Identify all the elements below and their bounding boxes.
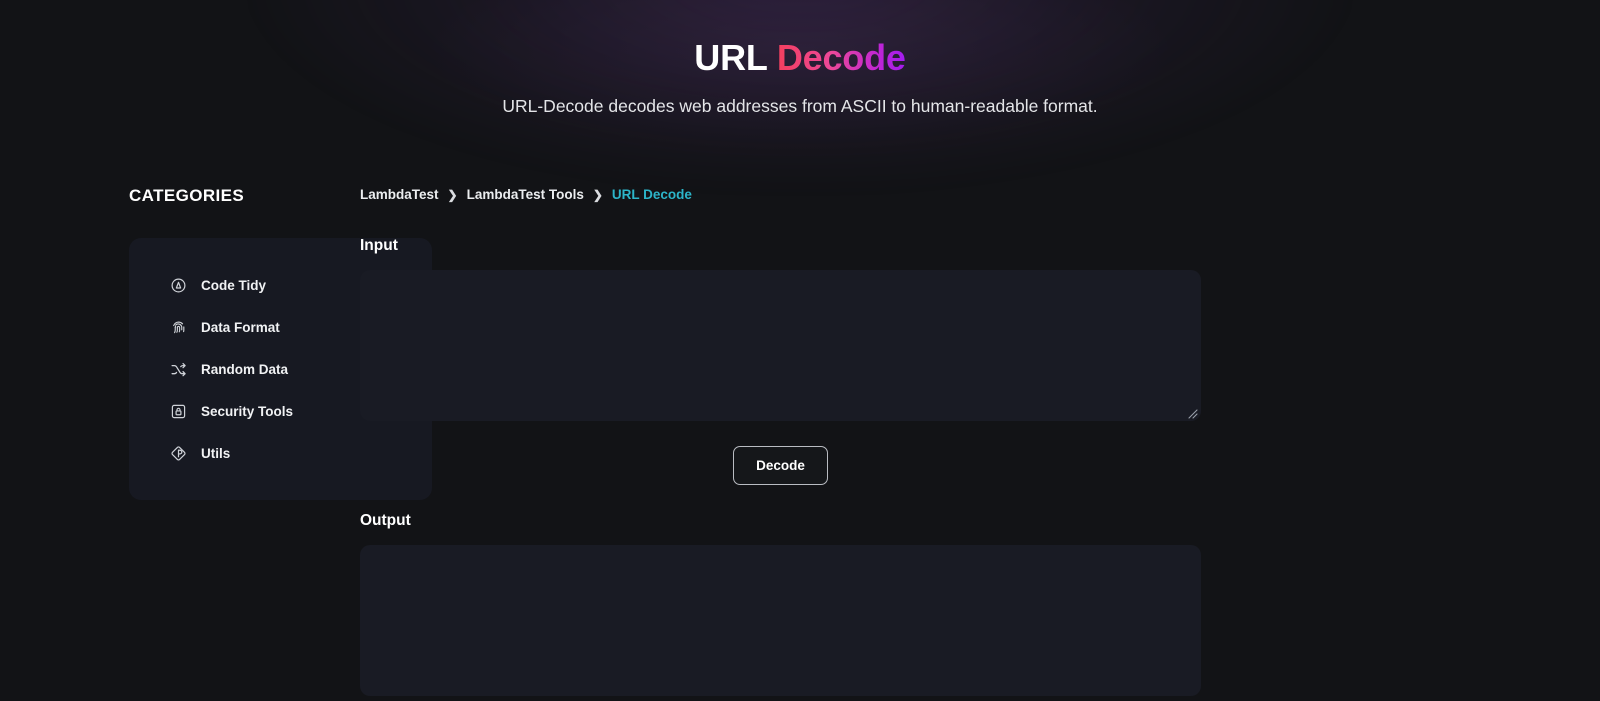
shuffle-icon bbox=[169, 360, 187, 378]
breadcrumb-item-lambdatest[interactable]: LambdaTest bbox=[360, 186, 439, 204]
chevron-right-icon: ❯ bbox=[447, 188, 458, 202]
breadcrumb-item-current: URL Decode bbox=[611, 187, 692, 202]
page-header: URL Decode URL-Decode decodes web addres… bbox=[0, 0, 1600, 118]
decode-button[interactable]: Decode bbox=[733, 446, 828, 485]
categories-heading: CATEGORIES bbox=[129, 186, 245, 205]
main-panel: LambdaTest ❯ LambdaTest Tools ❯ URL Deco… bbox=[360, 186, 1600, 696]
chevron-right-icon: ❯ bbox=[592, 188, 603, 202]
output-textarea[interactable] bbox=[360, 545, 1201, 696]
code-tidy-icon bbox=[169, 276, 187, 294]
lock-square-icon bbox=[169, 402, 187, 420]
sidebar: CATEGORIES Code Tidy Data Format Random … bbox=[0, 186, 432, 500]
page-subtitle: URL-Decode decodes web addresses from AS… bbox=[502, 96, 1098, 116]
content-area: CATEGORIES Code Tidy Data Format Random … bbox=[0, 186, 1600, 696]
diamond-icon bbox=[169, 444, 187, 462]
page-root: URL Decode URL-Decode decodes web addres… bbox=[0, 0, 1600, 701]
sidebar-item-label: Random Data bbox=[201, 361, 289, 377]
input-textarea-wrapper bbox=[360, 270, 1201, 421]
page-title: URL Decode bbox=[0, 36, 1600, 80]
output-label: Output bbox=[360, 512, 411, 529]
breadcrumb: LambdaTest ❯ LambdaTest Tools ❯ URL Deco… bbox=[360, 186, 1350, 204]
page-title-accent: Decode bbox=[776, 37, 906, 78]
action-row: Decode bbox=[360, 446, 1201, 485]
input-textarea[interactable] bbox=[360, 270, 1201, 421]
input-block: Input bbox=[360, 236, 1350, 421]
breadcrumb-item-lambdatest-tools[interactable]: LambdaTest Tools bbox=[467, 186, 584, 204]
page-title-primary: URL bbox=[694, 37, 768, 78]
sidebar-item-label: Data Format bbox=[201, 319, 280, 335]
sidebar-item-label: Code Tidy bbox=[201, 277, 267, 293]
sidebar-item-label: Security Tools bbox=[201, 403, 294, 419]
output-block: Output bbox=[360, 511, 1350, 696]
sidebar-item-label: Utils bbox=[201, 445, 231, 461]
output-textarea-wrapper bbox=[360, 545, 1201, 696]
fingerprint-icon bbox=[169, 318, 187, 336]
input-label: Input bbox=[360, 237, 398, 254]
